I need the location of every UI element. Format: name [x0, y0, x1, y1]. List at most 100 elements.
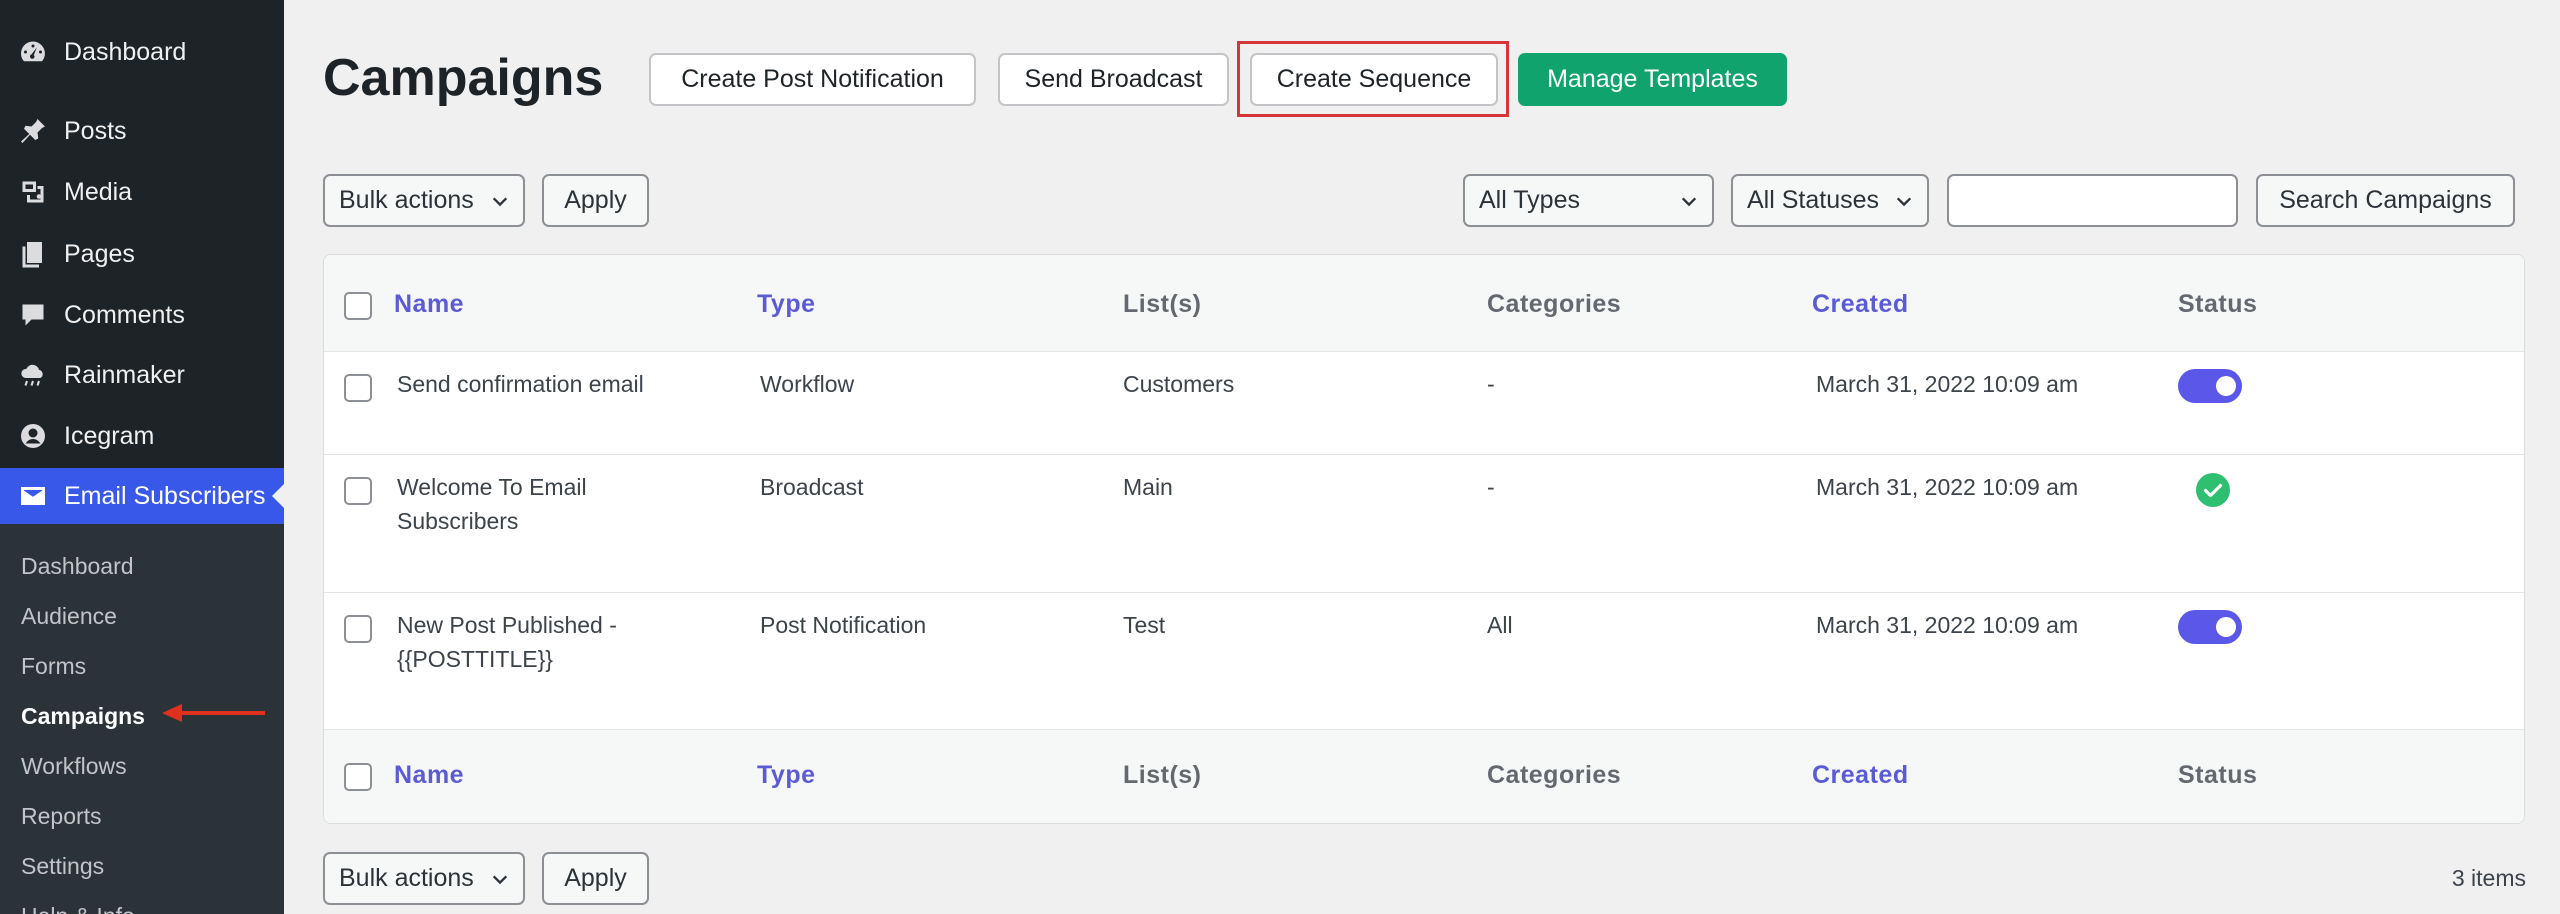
highlight-box	[1237, 41, 1509, 117]
type-filter-select[interactable]: All Types	[1463, 174, 1714, 227]
row-checkbox[interactable]	[344, 374, 372, 402]
admin-sidebar: Dashboard Posts Media Pages Comments Rai…	[0, 0, 284, 914]
submenu-audience[interactable]: Audience	[21, 603, 117, 630]
column-name[interactable]: Name	[394, 761, 464, 790]
menu-dashboard[interactable]: Dashboard	[0, 24, 284, 80]
menu-label: Icegram	[64, 421, 155, 450]
type-filter-value: All Types	[1479, 186, 1580, 214]
chevron-down-icon	[492, 197, 508, 207]
column-lists: List(s)	[1123, 761, 1202, 789]
icegram-icon	[16, 419, 50, 453]
menu-label: Comments	[64, 300, 185, 329]
column-categories: Categories	[1487, 761, 1622, 789]
annotation-arrow-icon	[162, 704, 265, 722]
campaign-categories: -	[1487, 474, 1495, 500]
menu-label: Dashboard	[64, 37, 187, 66]
bulk-actions-select[interactable]: Bulk actions	[323, 174, 525, 227]
menu-label: Email Subscribers	[64, 481, 266, 510]
row-checkbox[interactable]	[344, 615, 372, 643]
pin-icon	[16, 114, 50, 148]
search-campaigns-input[interactable]	[1947, 174, 2238, 227]
column-status: Status	[2178, 290, 2258, 318]
menu-label: Posts	[64, 116, 127, 145]
apply-button-bottom[interactable]: Apply	[542, 852, 649, 905]
column-created[interactable]: Created	[1812, 290, 1909, 319]
submenu-campaigns[interactable]: Campaigns	[21, 703, 145, 730]
menu-label: Pages	[64, 239, 135, 268]
campaign-name[interactable]: New Post Published - {{POSTTITLE}}	[397, 608, 617, 676]
pages-icon	[16, 237, 50, 271]
submenu-workflows[interactable]: Workflows	[21, 753, 127, 780]
check-circle-icon	[2196, 473, 2230, 507]
table-header: Name Type List(s) Categories Created Sta…	[324, 255, 2524, 351]
bulk-actions-select-bottom[interactable]: Bulk actions	[323, 852, 525, 905]
campaign-type: Post Notification	[760, 612, 927, 638]
menu-icegram[interactable]: Icegram	[0, 408, 284, 464]
column-type[interactable]: Type	[757, 761, 816, 790]
column-created[interactable]: Created	[1812, 761, 1909, 790]
envelope-icon	[16, 479, 50, 513]
submenu-reports[interactable]: Reports	[21, 803, 102, 830]
apply-button[interactable]: Apply	[542, 174, 649, 227]
campaign-lists: Test	[1123, 612, 1166, 638]
campaign-name[interactable]: Welcome To Email Subscribers	[397, 470, 587, 538]
create-post-notification-button[interactable]: Create Post Notification	[649, 53, 976, 106]
campaign-name-line: Subscribers	[397, 508, 519, 534]
table-footer: Name Type List(s) Categories Created Sta…	[324, 729, 2524, 823]
submenu-help-info[interactable]: Help & Info	[21, 903, 135, 914]
menu-label: Media	[64, 177, 133, 206]
comment-icon	[16, 298, 50, 332]
chevron-down-icon	[1896, 197, 1912, 207]
dashboard-icon	[16, 35, 50, 69]
campaign-type: Broadcast	[760, 474, 864, 500]
campaign-name-line: {{POSTTITLE}}	[397, 646, 553, 672]
column-categories: Categories	[1487, 290, 1622, 318]
campaign-name-line: New Post Published -	[397, 612, 617, 638]
campaign-type: Workflow	[760, 371, 855, 397]
status-filter-select[interactable]: All Statuses	[1731, 174, 1929, 227]
campaigns-table: Name Type List(s) Categories Created Sta…	[323, 254, 2525, 824]
table-row: Welcome To Email Subscribers Broadcast M…	[324, 454, 2524, 592]
campaign-created: March 31, 2022 10:09 am	[1816, 371, 2079, 397]
menu-label: Rainmaker	[64, 360, 185, 389]
page-title: Campaigns	[323, 49, 604, 107]
campaign-lists: Main	[1123, 474, 1173, 500]
column-lists: List(s)	[1123, 290, 1202, 318]
column-status: Status	[2178, 761, 2258, 789]
manage-templates-button[interactable]: Manage Templates	[1518, 53, 1787, 106]
status-toggle[interactable]	[2178, 369, 2242, 403]
chevron-down-icon	[492, 875, 508, 885]
campaign-lists: Customers	[1123, 371, 1235, 397]
campaign-created: March 31, 2022 10:09 am	[1816, 474, 2079, 500]
campaign-created: March 31, 2022 10:09 am	[1816, 612, 2079, 638]
menu-posts[interactable]: Posts	[0, 103, 284, 159]
menu-media[interactable]: Media	[0, 164, 284, 220]
campaign-categories: All	[1487, 612, 1513, 638]
search-campaigns-button[interactable]: Search Campaigns	[2256, 174, 2515, 227]
campaign-categories: -	[1487, 371, 1495, 397]
table-row: Send confirmation email Workflow Custome…	[324, 351, 2524, 454]
menu-rainmaker[interactable]: Rainmaker	[0, 347, 284, 403]
submenu-forms[interactable]: Forms	[21, 653, 86, 680]
select-all-checkbox[interactable]	[344, 292, 372, 320]
row-checkbox[interactable]	[344, 477, 372, 505]
bulk-actions-value: Bulk actions	[339, 864, 474, 892]
column-name[interactable]: Name	[394, 290, 464, 319]
submenu-dashboard[interactable]: Dashboard	[21, 553, 134, 580]
select-all-checkbox[interactable]	[344, 763, 372, 791]
column-type[interactable]: Type	[757, 290, 816, 319]
menu-pages[interactable]: Pages	[0, 226, 284, 282]
status-filter-value: All Statuses	[1747, 186, 1880, 214]
media-icon	[16, 175, 50, 209]
campaign-name[interactable]: Send confirmation email	[397, 367, 644, 401]
status-toggle[interactable]	[2178, 610, 2242, 644]
bulk-actions-value: Bulk actions	[339, 186, 474, 214]
table-row: New Post Published - {{POSTTITLE}} Post …	[324, 592, 2524, 729]
menu-comments[interactable]: Comments	[0, 287, 284, 343]
send-broadcast-button[interactable]: Send Broadcast	[998, 53, 1229, 106]
chevron-down-icon	[1681, 197, 1697, 207]
submenu-settings[interactable]: Settings	[21, 853, 104, 880]
menu-email-subscribers[interactable]: Email Subscribers	[0, 468, 284, 524]
items-count: 3 items	[2451, 865, 2526, 891]
cloud-icon	[16, 358, 50, 392]
